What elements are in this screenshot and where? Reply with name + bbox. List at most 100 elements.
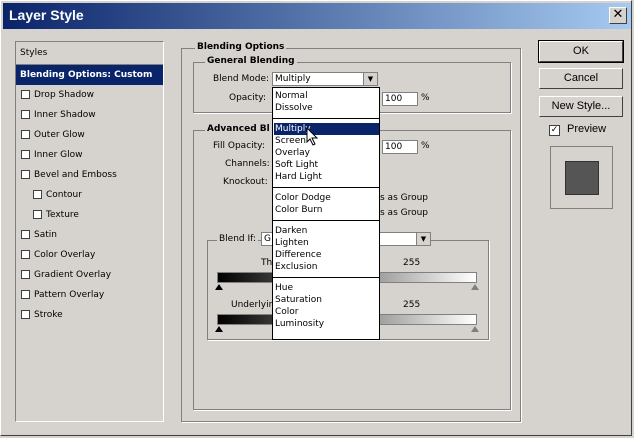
style-item-color-overlay[interactable]: Color Overlay (16, 245, 163, 265)
style-item-label: Stroke (34, 310, 63, 320)
style-item-stroke[interactable]: Stroke (16, 305, 163, 325)
style-item-drop-shadow[interactable]: Drop Shadow (16, 85, 163, 105)
knockout-label: Knockout: (223, 177, 268, 187)
preview-thumbnail (550, 146, 613, 209)
blend-mode-option-hard-light[interactable]: Hard Light (274, 171, 379, 183)
opacity-percent: % (421, 93, 430, 103)
opacity-input[interactable]: 100 (382, 92, 418, 106)
this-layer-black-slider[interactable] (215, 284, 223, 290)
blend-if-label: Blend If: (217, 234, 259, 244)
blend-mode-option-color[interactable]: Color (274, 306, 379, 318)
style-item-label: Drop Shadow (34, 90, 95, 100)
styles-header: Styles (16, 42, 163, 65)
blend-mode-select[interactable]: Multiply ▼ (272, 72, 378, 86)
style-item-label: Blending Options: Custom (20, 70, 153, 80)
new-style-button[interactable]: New Style... (539, 96, 623, 117)
style-checkbox[interactable] (21, 290, 30, 299)
blend-mode-option-multiply[interactable]: Multiply (274, 123, 379, 135)
blend-mode-option-darken[interactable]: Darken (274, 225, 379, 237)
blend-mode-option-color-burn[interactable]: Color Burn (274, 204, 379, 216)
blend-interior-as-group-label[interactable]: s as Group (380, 193, 428, 203)
style-item-satin[interactable]: Satin (16, 225, 163, 245)
blend-mode-dropdown-list[interactable]: Normal Dissolve Multiply Screen Overlay Soft … (272, 87, 380, 340)
style-item-label: Texture (46, 210, 79, 220)
style-item-label: Bevel and Emboss (34, 170, 117, 180)
blend-if-value: G (264, 234, 271, 244)
fill-opacity-percent: % (421, 141, 430, 151)
style-item-texture[interactable]: Texture (16, 205, 163, 225)
style-checkbox[interactable] (21, 110, 30, 119)
blending-options-title: Blending Options (195, 42, 287, 52)
preview-label[interactable]: Preview (567, 123, 606, 135)
cancel-button[interactable]: Cancel (539, 68, 623, 89)
close-icon: ✕ (612, 7, 624, 22)
style-item-bevel-and-emboss[interactable]: Bevel and Emboss (16, 165, 163, 185)
blend-mode-option-hue[interactable]: Hue (274, 282, 379, 294)
blend-mode-label: Blend Mode: (213, 74, 270, 84)
opacity-label: Opacity: (229, 93, 266, 103)
blend-mode-option-exclusion[interactable]: Exclusion (274, 261, 379, 273)
dropdown-separator (273, 277, 379, 278)
style-checkbox[interactable] (21, 130, 30, 139)
style-checkbox[interactable] (33, 210, 42, 219)
style-item-outer-glow[interactable]: Outer Glow (16, 125, 163, 145)
style-checkbox[interactable] (21, 170, 30, 179)
this-layer-label: Th (261, 258, 273, 268)
blend-if-arrow-icon[interactable]: ▼ (416, 233, 430, 245)
blend-mode-option-color-dodge[interactable]: Color Dodge (274, 192, 379, 204)
style-item-label: Inner Shadow (34, 110, 96, 120)
blend-mode-option-luminosity[interactable]: Luminosity (274, 318, 379, 330)
blend-mode-option-normal[interactable]: Normal (274, 90, 379, 102)
style-item-gradient-overlay[interactable]: Gradient Overlay (16, 265, 163, 285)
style-item-label: Inner Glow (34, 150, 83, 160)
style-checkbox[interactable] (21, 310, 30, 319)
channels-label: Channels: (225, 159, 270, 169)
style-item-label: Satin (34, 230, 57, 240)
style-checkbox[interactable] (21, 90, 30, 99)
blend-mode-option-soft-light[interactable]: Soft Light (274, 159, 379, 171)
style-checkbox[interactable] (21, 150, 30, 159)
style-item-label: Contour (46, 190, 82, 200)
style-item-pattern-overlay[interactable]: Pattern Overlay (16, 285, 163, 305)
style-checkbox[interactable] (33, 190, 42, 199)
dropdown-separator (273, 118, 379, 119)
style-item-label: Gradient Overlay (34, 270, 112, 280)
blend-mode-option-saturation[interactable]: Saturation (274, 294, 379, 306)
dropdown-separator (273, 187, 379, 188)
this-layer-max: 255 (403, 258, 421, 268)
style-item-inner-shadow[interactable]: Inner Shadow (16, 105, 163, 125)
fill-opacity-input[interactable]: 100 (382, 140, 418, 154)
style-item-blending-options-custom[interactable]: Blending Options: Custom (16, 65, 163, 85)
blend-mode-option-screen[interactable]: Screen (274, 135, 379, 147)
blend-mode-option-difference[interactable]: Difference (274, 249, 379, 261)
dropdown-separator (273, 220, 379, 221)
blend-mode-option-overlay[interactable]: Overlay (274, 147, 379, 159)
preview-checkbox[interactable]: ✓ (549, 125, 560, 136)
dropdown-arrow-icon[interactable]: ▼ (363, 73, 377, 85)
layer-style-dialog: Layer Style ✕ Styles Blending Options: C… (0, 0, 632, 436)
advanced-blending-title: Advanced Bl (205, 124, 272, 134)
style-item-inner-glow[interactable]: Inner Glow (16, 145, 163, 165)
style-item-label: Color Overlay (34, 250, 96, 260)
style-item-label: Pattern Overlay (34, 290, 105, 300)
style-item-contour[interactable]: Contour (16, 185, 163, 205)
style-checkbox[interactable] (21, 250, 30, 259)
mouse-pointer-icon (306, 127, 319, 146)
blend-mode-value: Multiply (275, 74, 311, 84)
blend-clipped-as-group-label[interactable]: s as Group (380, 208, 428, 218)
preview-swatch (565, 161, 599, 195)
style-checkbox[interactable] (21, 270, 30, 279)
underlying-white-slider[interactable] (471, 326, 479, 332)
close-button[interactable]: ✕ (609, 7, 627, 24)
underlying-black-slider[interactable] (215, 326, 223, 332)
this-layer-white-slider[interactable] (471, 284, 479, 290)
style-item-label: Outer Glow (34, 130, 85, 140)
fill-opacity-label: Fill Opacity: (213, 141, 265, 151)
blend-mode-option-lighten[interactable]: Lighten (274, 237, 379, 249)
title-bar[interactable]: Layer Style ✕ (3, 3, 631, 29)
style-checkbox[interactable] (21, 230, 30, 239)
ok-button[interactable]: OK (538, 40, 624, 63)
window-title: Layer Style (9, 7, 84, 23)
styles-list: Styles Blending Options: Custom Drop Shad… (15, 41, 164, 422)
blend-mode-option-dissolve[interactable]: Dissolve (274, 102, 379, 114)
